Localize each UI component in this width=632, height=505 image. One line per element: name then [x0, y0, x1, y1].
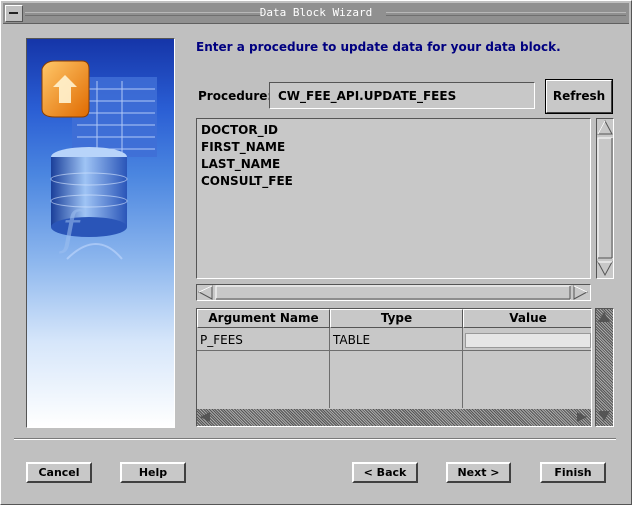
arg-value-input[interactable]: [465, 333, 591, 348]
column-header-argument-name[interactable]: Argument Name: [197, 309, 330, 328]
scroll-up-arrow-icon[interactable]: [598, 312, 610, 322]
help-button[interactable]: Help: [120, 462, 186, 483]
window-title: Data Block Wizard: [259, 6, 373, 19]
cancel-button[interactable]: Cancel: [26, 462, 92, 483]
scroll-left-arrow-icon[interactable]: [200, 412, 210, 422]
scroll-down-arrow-icon[interactable]: [597, 261, 613, 277]
list-item[interactable]: LAST_NAME: [201, 157, 280, 171]
grid-divider: [197, 350, 591, 351]
arg-name-cell[interactable]: P_FEES: [200, 329, 243, 351]
grid-vertical-scrollbar[interactable]: [595, 308, 614, 427]
scroll-left-arrow-icon[interactable]: [197, 285, 213, 300]
next-button[interactable]: Next >: [446, 462, 511, 483]
instruction-heading: Enter a procedure to update data for you…: [196, 40, 561, 54]
scroll-up-arrow-icon[interactable]: [597, 119, 613, 135]
procedure-value: CW_FEE_API.UPDATE_FEES: [278, 89, 457, 103]
list-item[interactable]: CONSULT_FEE: [201, 174, 293, 188]
list-horizontal-scrollbar[interactable]: [196, 284, 591, 301]
finish-button[interactable]: Finish: [540, 462, 606, 483]
columns-list[interactable]: DOCTOR_ID FIRST_NAME LAST_NAME CONSULT_F…: [196, 118, 591, 279]
procedure-field[interactable]: CW_FEE_API.UPDATE_FEES: [269, 82, 535, 109]
scroll-down-arrow-icon[interactable]: [598, 411, 610, 421]
procedure-label: Procedure:: [198, 89, 273, 103]
list-item[interactable]: DOCTOR_ID: [201, 123, 278, 137]
footer-separator: [14, 438, 616, 440]
forms-wizard-graphic: f: [26, 38, 175, 428]
refresh-button[interactable]: Refresh: [545, 79, 613, 114]
list-item[interactable]: FIRST_NAME: [201, 140, 285, 154]
column-header-type[interactable]: Type: [330, 309, 463, 328]
grid-horizontal-scrollbar[interactable]: [197, 409, 591, 426]
arg-type-cell[interactable]: TABLE: [333, 329, 370, 351]
scroll-right-arrow-icon[interactable]: [573, 285, 589, 300]
column-header-value[interactable]: Value: [463, 309, 591, 328]
back-button[interactable]: < Back: [352, 462, 418, 483]
grid-divider: [462, 328, 463, 408]
grid-divider: [329, 328, 330, 408]
arguments-grid[interactable]: Argument Name Type Value P_FEES TABLE: [196, 308, 592, 427]
scroll-right-arrow-icon[interactable]: [577, 412, 587, 422]
list-vertical-scrollbar[interactable]: [596, 118, 614, 279]
title-bar[interactable]: Data Block Wizard: [3, 3, 629, 24]
